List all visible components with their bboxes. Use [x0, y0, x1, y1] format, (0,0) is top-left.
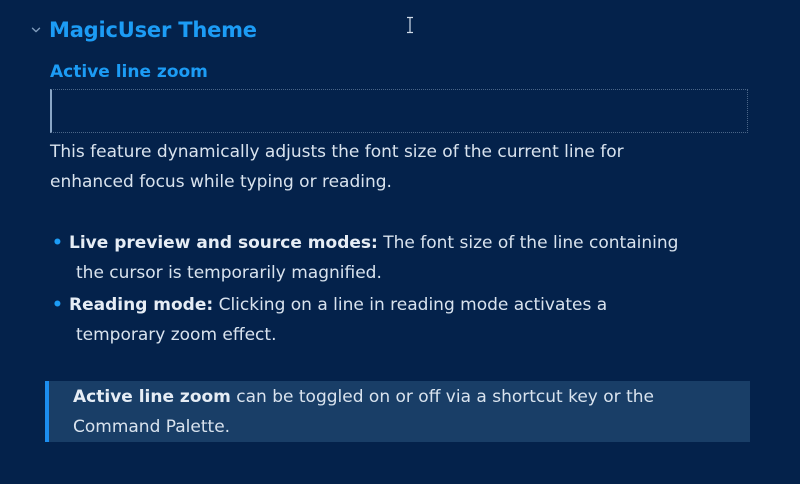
- list-item: • Reading mode: Clicking on a line in re…: [52, 290, 752, 350]
- list-item-term: Live preview and source modes:: [69, 233, 378, 253]
- callout-text-continued: Command Palette.: [73, 417, 231, 437]
- heading-row: MagicUser Theme: [26, 14, 257, 46]
- list-item-text: The font size of the line containing: [383, 233, 679, 253]
- callout-text: can be toggled on or off via a shortcut …: [236, 387, 654, 407]
- section-title: Active line zoom: [50, 62, 208, 82]
- list-item-text: Clicking on a line in reading mode activ…: [218, 295, 608, 315]
- list-item-text-continued: temporary zoom effect.: [76, 325, 277, 345]
- feature-list: • Live preview and source modes: The fon…: [52, 228, 752, 352]
- bullet-icon: •: [52, 295, 63, 315]
- description-line-2: enhanced focus while typing or reading.: [50, 172, 392, 192]
- list-item-term: Reading mode:: [69, 295, 214, 315]
- bullet-icon: •: [52, 233, 63, 253]
- active-editor-line[interactable]: [50, 89, 748, 133]
- list-item-text-continued: the cursor is temporarily magnified.: [76, 263, 382, 283]
- chevron-down-icon[interactable]: [26, 20, 46, 40]
- callout-blockquote: Active line zoom can be toggled on or of…: [45, 381, 750, 442]
- description-line-1: This feature dynamically adjusts the fon…: [50, 142, 624, 162]
- list-item: • Live preview and source modes: The fon…: [52, 228, 752, 288]
- heading-title: MagicUser Theme: [49, 18, 257, 42]
- description-paragraph: This feature dynamically adjusts the fon…: [50, 137, 750, 197]
- callout-term: Active line zoom: [73, 387, 231, 407]
- text-cursor-icon: [407, 16, 413, 34]
